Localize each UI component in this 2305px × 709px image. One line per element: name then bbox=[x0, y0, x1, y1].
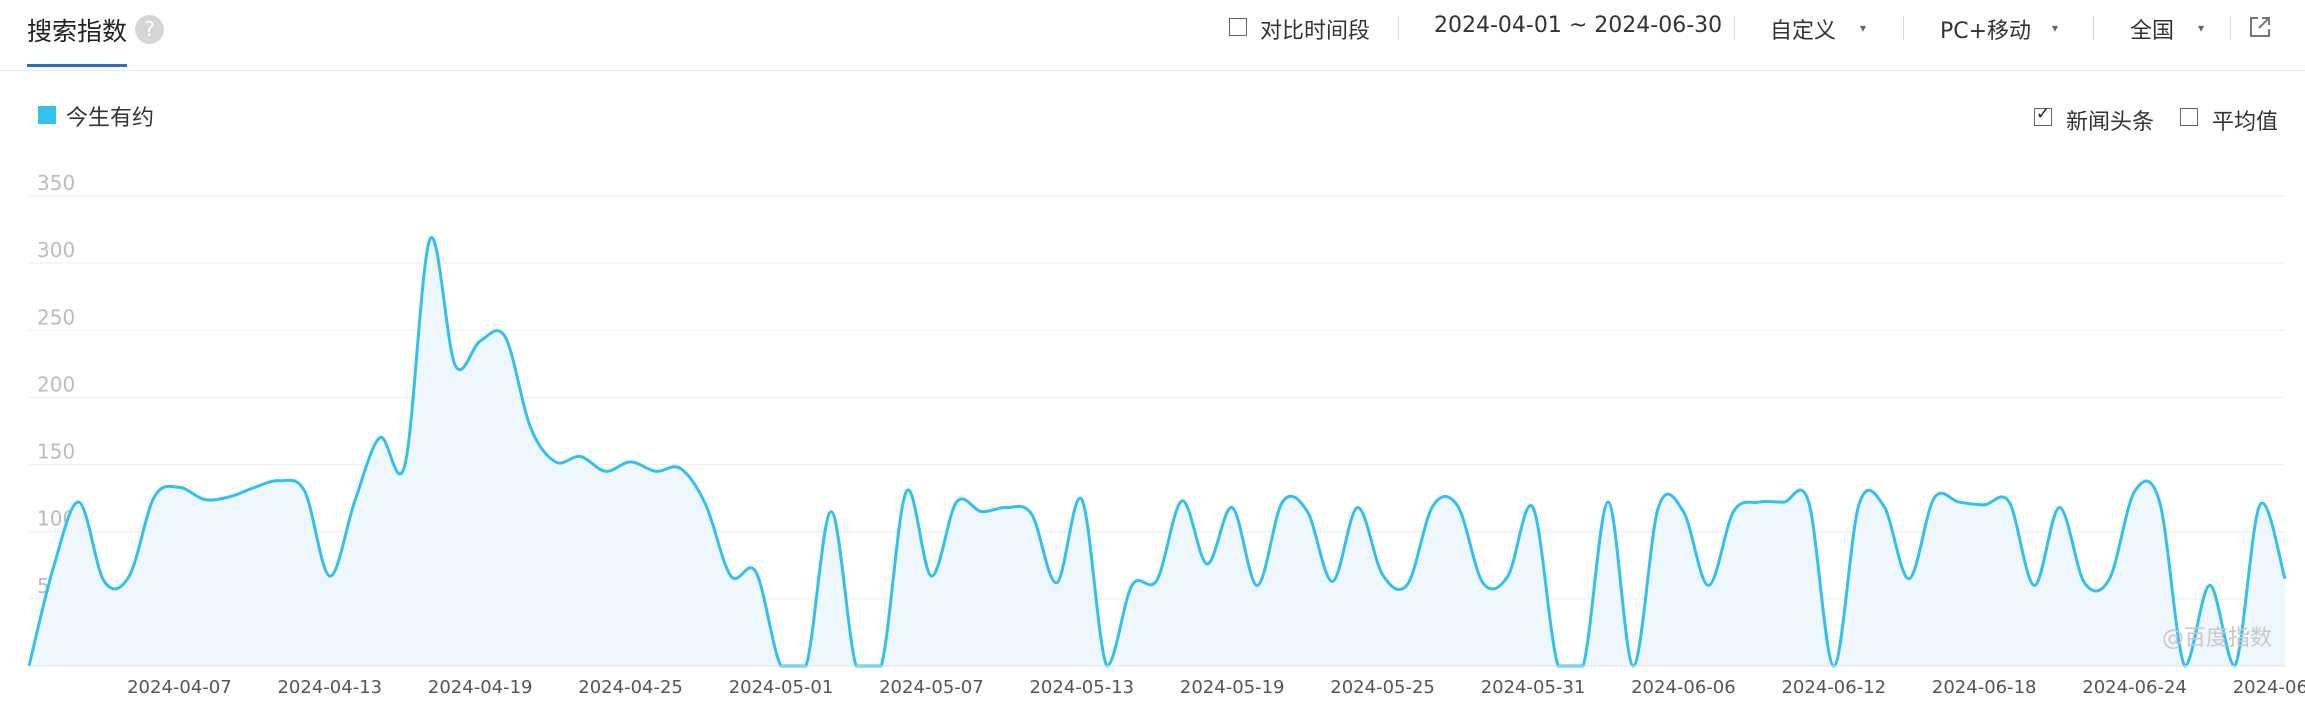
news-label[interactable]: 新闻头条 bbox=[2066, 104, 2154, 136]
x-tick-label: 2024-04-13 bbox=[277, 677, 382, 698]
title-underline bbox=[27, 64, 127, 67]
toolbar: 搜索指数 ? 对比时间段 2024-04-01 ~ 2024-06-30 自定义… bbox=[0, 0, 2305, 71]
x-tick-label: 2024-05-01 bbox=[729, 677, 834, 698]
trend-chart: 501001502002503003502024-04-072024-04-13… bbox=[27, 171, 2305, 698]
divider bbox=[1398, 16, 1399, 40]
average-checkbox[interactable] bbox=[2180, 108, 2198, 126]
period-select[interactable]: 自定义 bbox=[1770, 13, 1836, 45]
average-label[interactable]: 平均值 bbox=[2212, 104, 2278, 136]
page-title: 搜索指数 bbox=[27, 17, 128, 46]
compare-label[interactable]: 对比时间段 bbox=[1260, 13, 1370, 45]
date-range-picker[interactable]: 2024-04-01 ~ 2024-06-30 bbox=[1434, 13, 1722, 38]
legend-swatch[interactable] bbox=[38, 106, 56, 124]
help-icon[interactable]: ? bbox=[135, 15, 164, 44]
chevron-down-icon[interactable]: ▾ bbox=[2052, 21, 2058, 35]
watermark: @百度指数 bbox=[2162, 626, 2273, 651]
x-tick-label: 2024-05-07 bbox=[879, 677, 984, 698]
series-area bbox=[29, 237, 2285, 666]
y-tick-label: 150 bbox=[37, 440, 75, 464]
chevron-down-icon[interactable]: ▾ bbox=[1860, 21, 1866, 35]
x-tick-label: 2024-06-18 bbox=[1932, 677, 2037, 698]
x-tick-label: 2024-04-07 bbox=[127, 677, 232, 698]
news-checkbox[interactable] bbox=[2034, 104, 2052, 126]
x-tick-label: 2024-06-24 bbox=[2082, 677, 2187, 698]
divider bbox=[1903, 16, 1904, 40]
compare-checkbox[interactable] bbox=[1229, 18, 1247, 36]
x-tick-label: 2024-05-31 bbox=[1481, 677, 1586, 698]
x-tick-label: 2024-06-06 bbox=[1631, 677, 1736, 698]
external-link-icon[interactable] bbox=[2248, 15, 2272, 39]
x-tick-label: 2024-04-25 bbox=[578, 677, 683, 698]
legend-label[interactable]: 今生有约 bbox=[66, 100, 154, 132]
x-tick-label: 2024-06-12 bbox=[1781, 677, 1886, 698]
x-tick-label: 2024-06-30 bbox=[2233, 677, 2305, 698]
y-tick-label: 300 bbox=[37, 238, 75, 262]
region-select[interactable]: 全国 bbox=[2130, 13, 2174, 45]
x-tick-label: 2024-04-19 bbox=[428, 677, 533, 698]
x-tick-label: 2024-05-19 bbox=[1180, 677, 1285, 698]
chevron-down-icon[interactable]: ▾ bbox=[2198, 21, 2204, 35]
y-tick-label: 250 bbox=[37, 305, 75, 329]
device-select[interactable]: PC+移动 bbox=[1940, 13, 2031, 45]
divider bbox=[2230, 16, 2231, 40]
x-tick-label: 2024-05-25 bbox=[1330, 677, 1435, 698]
divider bbox=[1734, 16, 1735, 40]
y-tick-label: 350 bbox=[37, 171, 75, 195]
y-tick-label: 200 bbox=[37, 372, 75, 396]
divider bbox=[2093, 16, 2094, 40]
x-tick-label: 2024-05-13 bbox=[1029, 677, 1134, 698]
